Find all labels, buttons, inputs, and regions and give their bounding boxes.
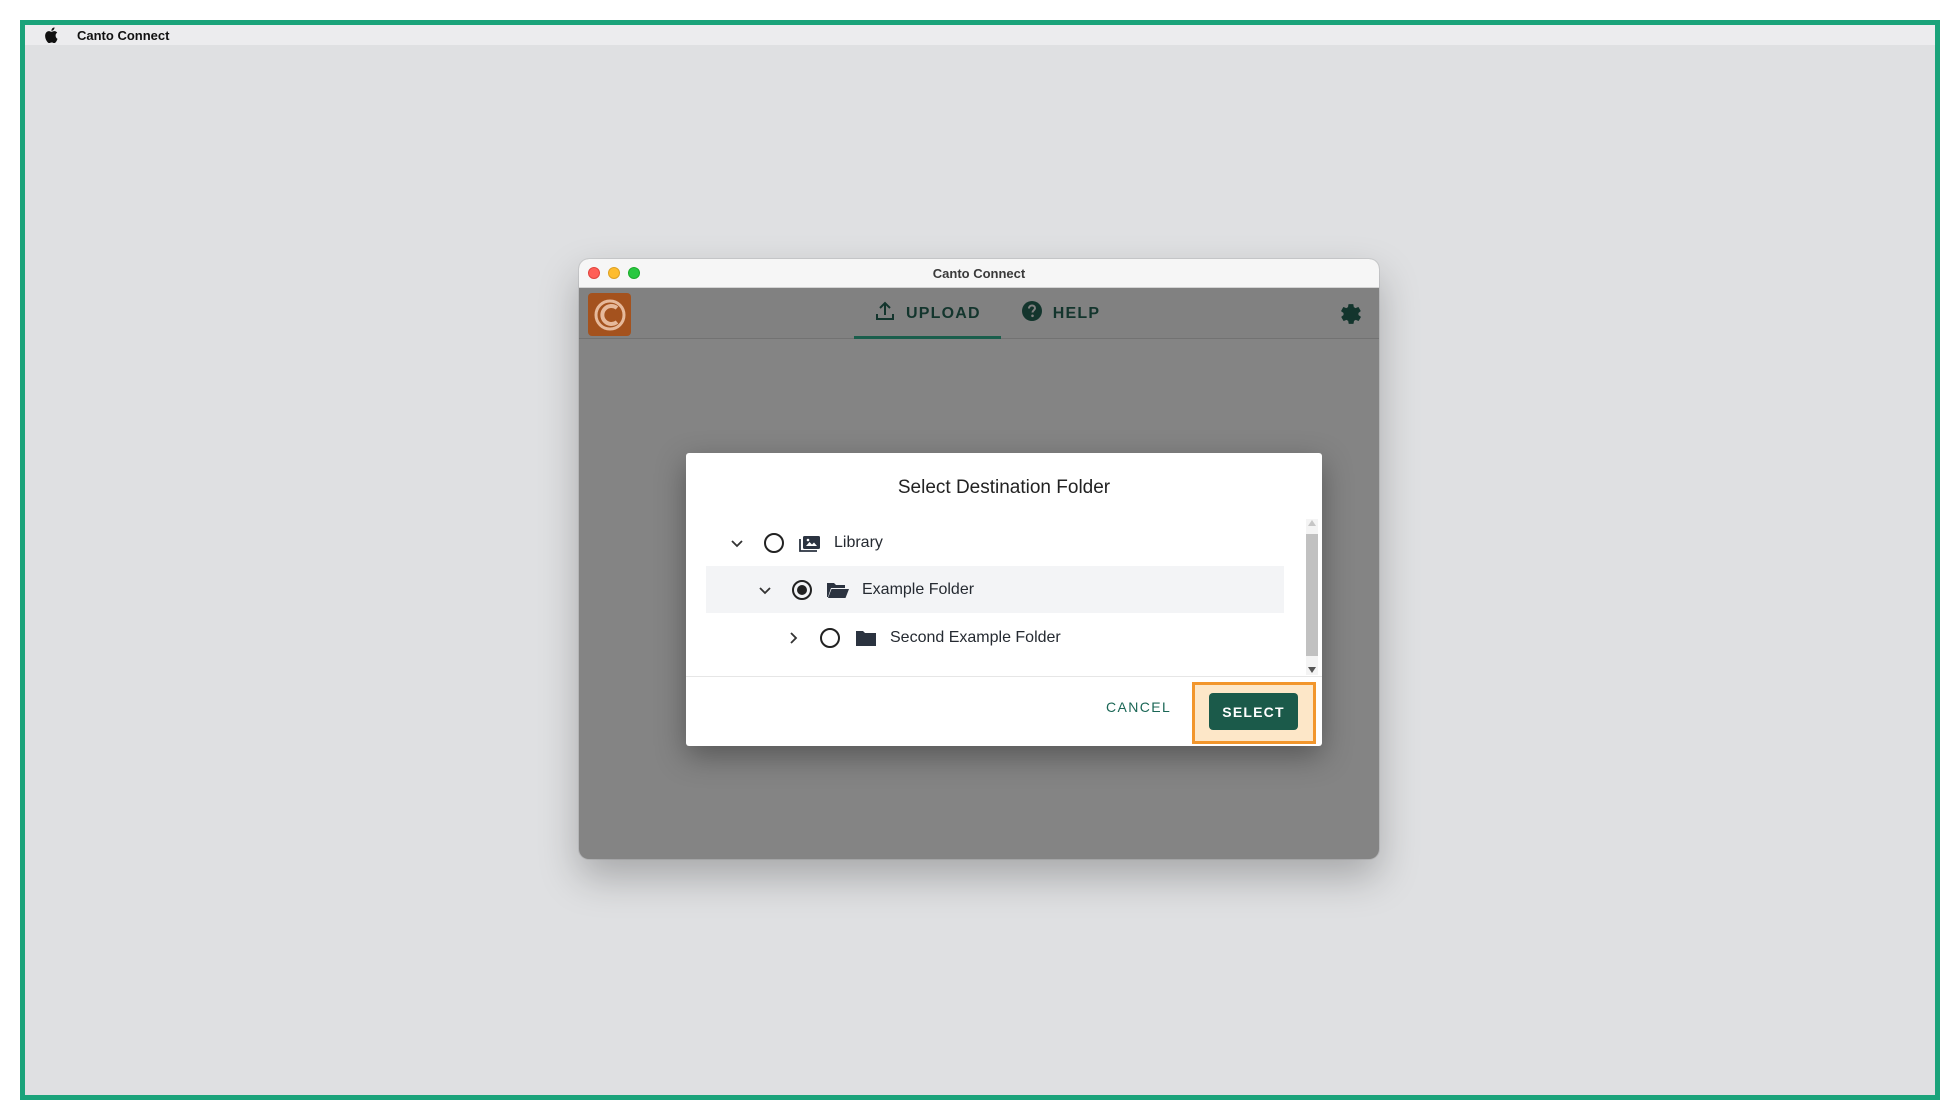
tree-row-second-example-folder[interactable]: Second Example Folder: [706, 614, 1284, 661]
select-destination-dialog: Select Destination Folder Library Exampl…: [686, 453, 1322, 746]
radio-library[interactable]: [764, 532, 784, 553]
cancel-button[interactable]: CANCEL: [1106, 699, 1171, 715]
tree-label: Second Example Folder: [890, 628, 1061, 646]
window-titlebar: Canto Connect: [579, 259, 1379, 288]
close-window-button[interactable]: [588, 267, 600, 279]
tree-row-library[interactable]: Library: [706, 519, 1284, 566]
tree-label: Library: [834, 533, 883, 551]
chevron-down-icon[interactable]: [756, 581, 774, 599]
tab-help-label: HELP: [1052, 304, 1101, 322]
chevron-right-icon[interactable]: [784, 629, 802, 647]
library-icon: [798, 533, 822, 553]
select-button[interactable]: SELECT: [1209, 693, 1298, 730]
window-title: Canto Connect: [932, 265, 1026, 281]
scroll-up-arrow-icon[interactable]: [1308, 520, 1316, 526]
tab-upload-label: UPLOAD: [906, 304, 981, 322]
tree-row-example-folder[interactable]: Example Folder: [706, 566, 1284, 613]
dialog-divider: [686, 676, 1322, 677]
main-nav: UPLOAD HELP: [854, 288, 1120, 339]
scrollbar-thumb[interactable]: [1306, 534, 1318, 656]
canto-logo-icon: [588, 293, 631, 336]
help-icon: [1021, 300, 1043, 327]
chevron-down-icon[interactable]: [728, 534, 746, 552]
radio-example-folder[interactable]: [792, 579, 812, 600]
upload-icon: [874, 300, 896, 327]
screen-frame: Canto Connect Canto Connect UPLOAD HELP …: [20, 20, 1940, 1100]
folder-icon: [854, 628, 878, 648]
minimize-window-button[interactable]: [608, 267, 620, 279]
folder-tree: Library Example Folder Second Example Fo…: [706, 519, 1284, 663]
menu-bar: Canto Connect: [25, 25, 1935, 45]
tree-label: Example Folder: [862, 580, 975, 598]
dialog-title: Select Destination Folder: [897, 477, 1111, 498]
radio-second-example-folder[interactable]: [820, 627, 840, 648]
menubar-app-name[interactable]: Canto Connect: [77, 28, 169, 43]
tab-help[interactable]: HELP: [1001, 288, 1120, 339]
tab-upload[interactable]: UPLOAD: [854, 288, 1001, 339]
apple-icon[interactable]: [43, 27, 59, 43]
folder-open-icon: [826, 580, 850, 600]
traffic-lights: [588, 267, 640, 279]
app-header: UPLOAD HELP: [579, 288, 1379, 339]
gear-icon[interactable]: [1339, 302, 1363, 326]
scroll-down-arrow-icon[interactable]: [1308, 667, 1316, 673]
zoom-window-button[interactable]: [628, 267, 640, 279]
tree-scrollbar[interactable]: [1306, 519, 1318, 675]
